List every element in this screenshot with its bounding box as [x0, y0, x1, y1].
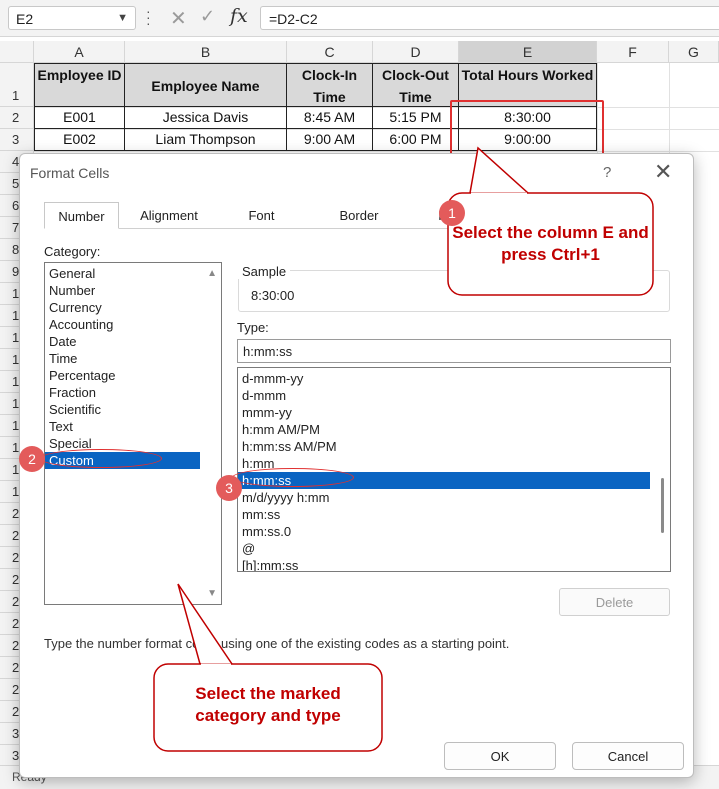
callout-2-pointer — [178, 584, 232, 664]
callout-1-text: Select the column E and press Ctrl+1 — [452, 222, 649, 266]
callout-2-text: Select the marked category and type — [160, 683, 376, 727]
step-badge-3: 3 — [216, 475, 242, 501]
callout-1-pointer — [470, 148, 528, 193]
step-badge-2: 2 — [19, 446, 45, 472]
step-badge-1: 1 — [439, 200, 465, 226]
annotation-callout-shapes — [0, 0, 719, 788]
